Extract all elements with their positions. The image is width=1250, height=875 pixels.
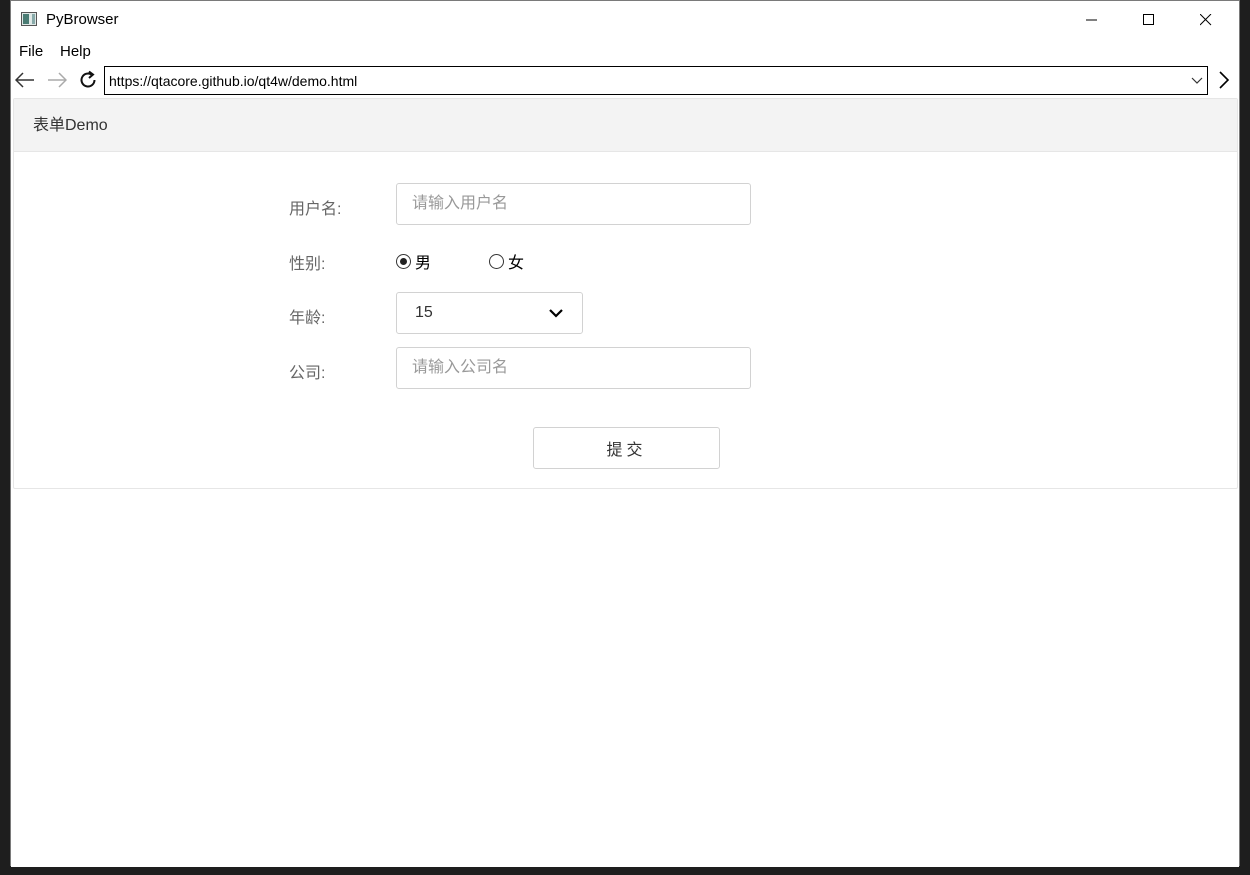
forward-button[interactable] (46, 67, 68, 93)
form-card: 表单Demo 用户名: 性别: 男 女 年龄: 15 公司: 提交 (13, 98, 1238, 489)
card-header: 表单Demo (14, 99, 1237, 152)
arrow-right-icon (48, 72, 67, 88)
submit-button[interactable]: 提交 (533, 427, 720, 469)
reload-icon (80, 70, 96, 88)
navigation-bar (11, 63, 1239, 97)
maximize-icon (1143, 14, 1154, 25)
username-label: 用户名: (289, 201, 342, 218)
address-bar[interactable] (104, 66, 1208, 95)
browser-window: PyBrowser File Help https://qtacore.gith… (10, 0, 1240, 867)
menu-help[interactable]: Help (60, 43, 91, 60)
title-bar: PyBrowser (11, 1, 1239, 39)
age-select[interactable]: 15 (396, 292, 583, 334)
age-select-value: 15 (415, 304, 433, 321)
reload-button[interactable] (77, 67, 99, 93)
maximize-button[interactable] (1126, 1, 1172, 39)
go-button[interactable] (1212, 67, 1236, 93)
minimize-icon (1086, 19, 1097, 21)
gender-radio-female[interactable]: 女 (489, 249, 524, 273)
app-window-icon (21, 12, 37, 26)
chevron-down-icon (549, 309, 563, 318)
age-label: 年龄: (289, 310, 326, 327)
username-input[interactable] (396, 183, 751, 225)
url-input[interactable] (105, 72, 1175, 89)
company-input[interactable] (396, 347, 751, 389)
chevron-down-icon[interactable] (1191, 74, 1203, 86)
close-icon (1200, 14, 1212, 26)
close-button[interactable] (1183, 1, 1229, 39)
company-label: 公司: (289, 365, 326, 382)
gender-radio-male[interactable]: 男 (396, 249, 431, 273)
menu-file[interactable]: File (19, 43, 43, 60)
gender-option-female: 女 (508, 255, 525, 272)
arrow-left-icon (15, 72, 34, 88)
window-title: PyBrowser (46, 11, 119, 28)
gender-label: 性别: (289, 256, 326, 273)
minimize-button[interactable] (1069, 1, 1115, 39)
web-page: 表单Demo 用户名: 性别: 男 女 年龄: 15 公司: 提交 (11, 97, 1239, 867)
radio-checked-icon[interactable] (396, 253, 411, 269)
gender-option-male: 男 (415, 255, 432, 272)
menu-bar: File Help (11, 39, 1239, 63)
chevron-right-icon (1219, 71, 1230, 89)
back-button[interactable] (14, 67, 36, 93)
radio-unchecked-icon[interactable] (489, 253, 504, 269)
